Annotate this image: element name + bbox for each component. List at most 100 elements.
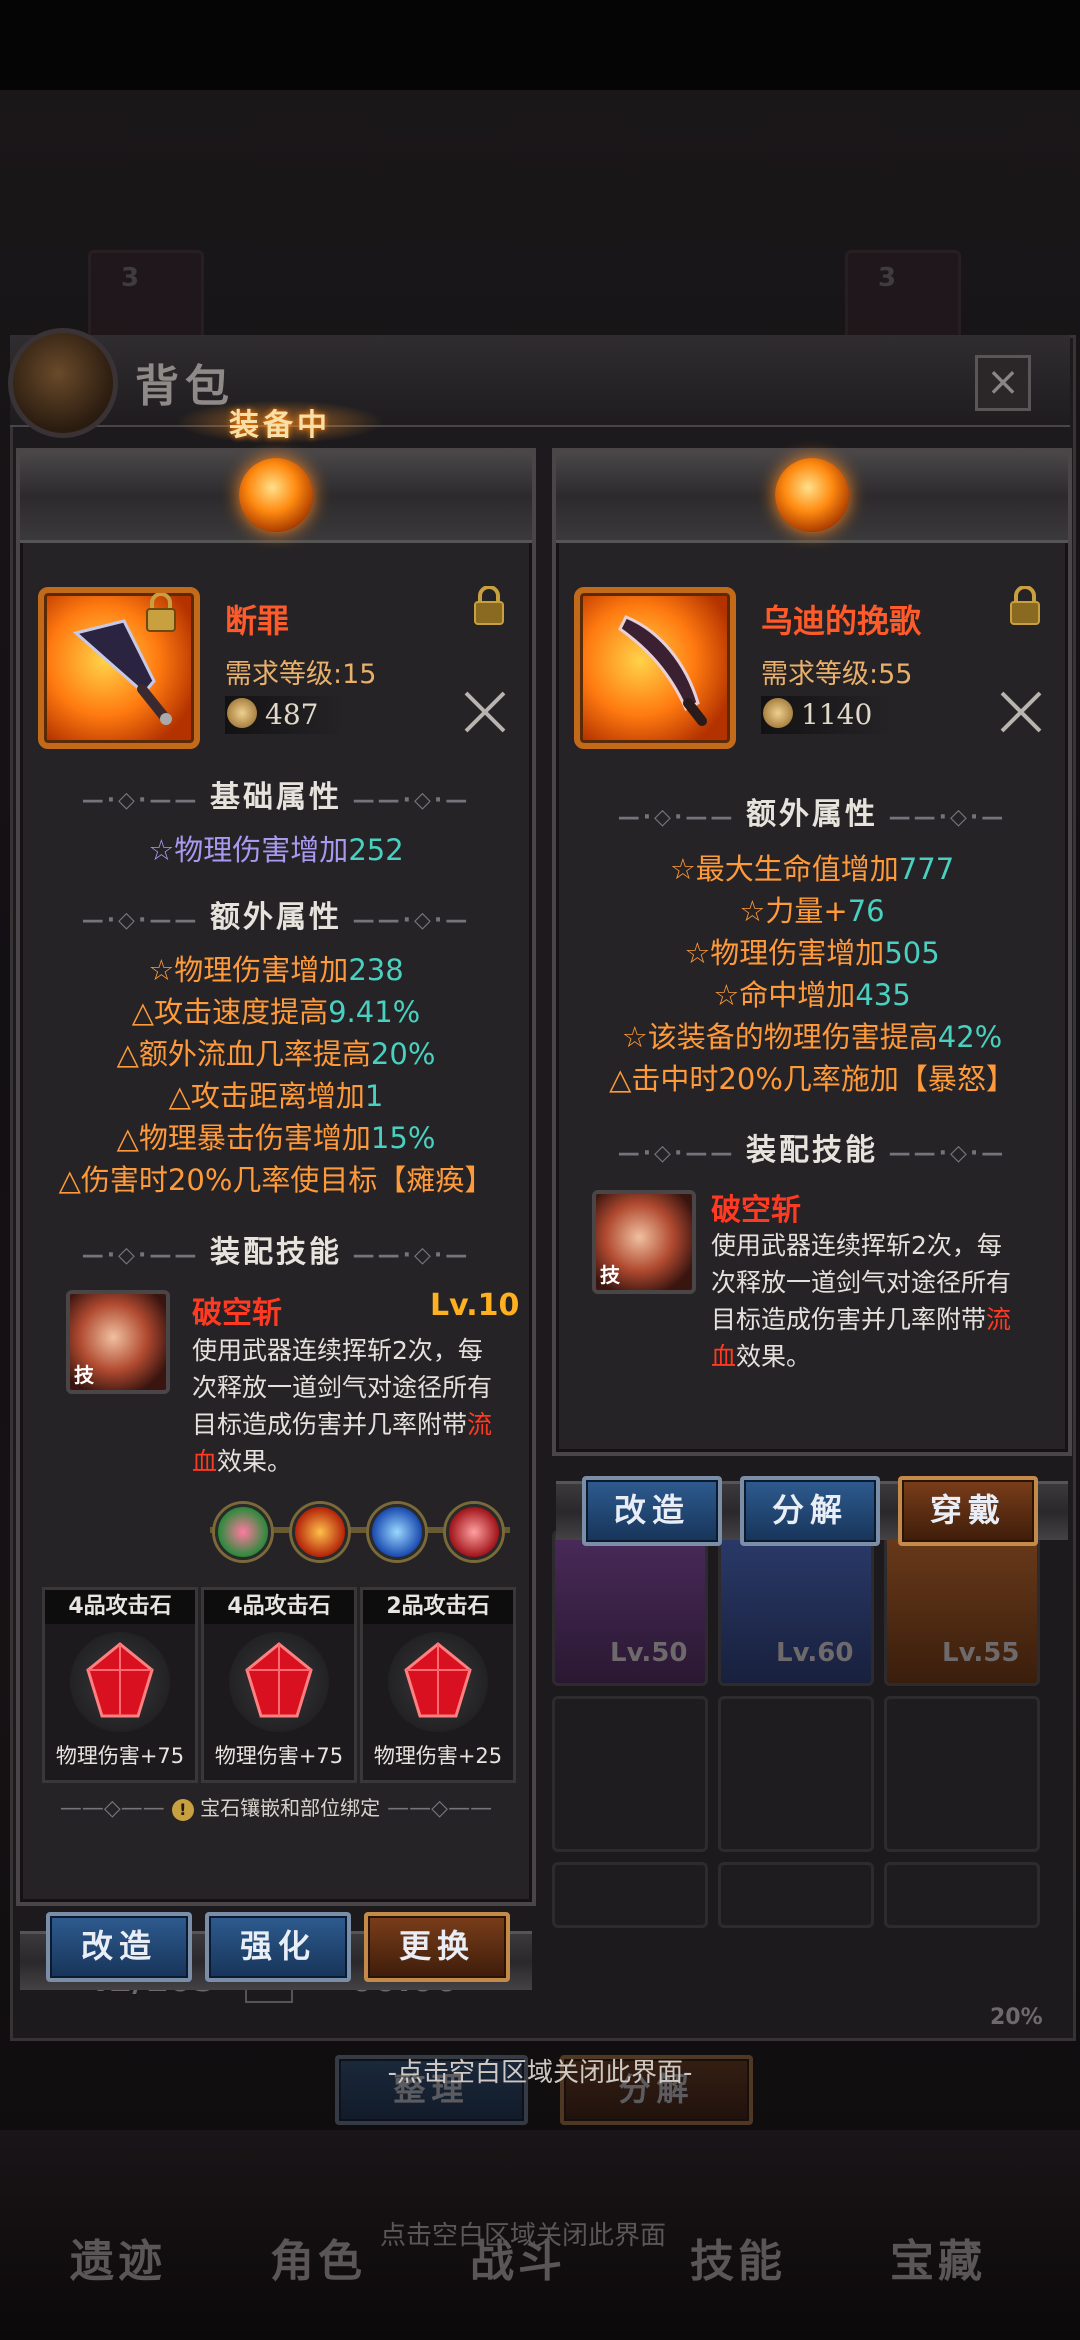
extra-attributes-label: 额外属性 [210, 900, 342, 935]
nav-treasure[interactable]: 宝藏 [890, 2225, 986, 2289]
score-bar: 487 [225, 696, 345, 734]
skill-section-label: 装配技能 [746, 1133, 878, 1168]
attr-value: 42% [937, 1020, 1003, 1054]
gem-stat: 物理伤害+75 [214, 1744, 344, 1768]
extra-attributes-label: 额外属性 [746, 797, 878, 832]
crossed-swords-icon [1000, 691, 1042, 733]
skill-icon[interactable]: 技 [66, 1290, 170, 1394]
decompose-button[interactable]: 分解 [740, 1476, 880, 1546]
extra-attribute: ☆物理伤害增加505 [556, 930, 1068, 972]
attr-value: 76 [847, 894, 885, 928]
rune-orb-blood[interactable] [446, 1504, 502, 1560]
attr-label: △攻击距离增加 [168, 1079, 365, 1113]
skill-description: 使用武器连续挥斩2次，每 次释放一道剑气对途径所有 目标造成伤害并几率附带流 血… [192, 1332, 532, 1480]
extra-attributes-title: —·◇·—— 额外属性 ——·◇·— [556, 789, 1068, 833]
rune-orb-fire[interactable] [292, 1504, 348, 1560]
lock-icon[interactable] [472, 586, 506, 626]
attr-label: ☆物理伤害增加 [148, 953, 349, 987]
rune-orb-green[interactable] [215, 1504, 271, 1560]
inventory-cell[interactable]: Lv.50 [552, 1530, 708, 1686]
reforge-button[interactable]: 改造 [582, 1476, 722, 1546]
item-score: 487 [265, 698, 319, 731]
skill-icon[interactable]: 技 [592, 1190, 696, 1294]
skill-level: Lv.10 [430, 1288, 520, 1323]
gem-note[interactable]: ——◇—— ! 宝石镶嵌和部位绑定 ——◇—— [20, 1792, 532, 1821]
skill-desc-line: 使用武器连续挥斩2次，每 [711, 1231, 1002, 1260]
score-bar: 1140 [761, 696, 891, 734]
equipped-item-panel: 断罪 需求等级:15 487 —·◇·—— 基础属性 ——·◇·— ☆物理伤害增… [16, 448, 536, 1990]
gem-slot[interactable]: 2品攻击石 物理伤害+25 [360, 1587, 516, 1783]
gem-slot[interactable]: 4品攻击石 物理伤害+75 [201, 1587, 357, 1783]
item-level: Lv.50 [610, 1638, 688, 1668]
inventory-cell[interactable]: Lv.55 [884, 1530, 1040, 1686]
base-attributes-title: —·◇·—— 基础属性 ——·◇·— [20, 772, 532, 816]
nav-skills[interactable]: 技能 [690, 2225, 786, 2289]
divider-right: ——·◇·— [342, 1243, 471, 1268]
close-icon[interactable]: × [975, 355, 1031, 411]
skill-name: 破空斩 [192, 1296, 282, 1331]
inventory-cell[interactable] [552, 1862, 708, 1928]
bag-icon [8, 328, 118, 438]
skill-desc-line: 血效果。 [192, 1443, 532, 1480]
inventory-cell[interactable] [884, 1862, 1040, 1928]
rune-orb-water[interactable] [369, 1504, 425, 1560]
extra-attribute: △攻击距离增加1 [20, 1073, 532, 1115]
gem-icon [229, 1632, 329, 1732]
nav-relics[interactable]: 遗迹 [70, 2225, 166, 2289]
base-attributes-label: 基础属性 [210, 780, 342, 815]
item-icon[interactable] [574, 587, 736, 749]
equip-button[interactable]: 穿戴 [898, 1476, 1038, 1546]
attr-label: ☆物理伤害增加 [148, 833, 349, 867]
enhance-button[interactable]: 强化 [205, 1912, 351, 1982]
attr-value: 238 [348, 953, 404, 987]
close-hint[interactable]: -点击空白区域关闭此界面- [0, 2052, 1080, 2089]
gem-icon [239, 458, 313, 532]
replace-button[interactable]: 更换 [364, 1912, 510, 1982]
item-level: Lv.60 [776, 1638, 854, 1668]
lock-icon[interactable] [1008, 586, 1042, 626]
lock-icon [146, 593, 176, 632]
inventory-cell[interactable] [718, 1696, 874, 1852]
divider-right: ——·◇·— [878, 805, 1007, 830]
skill-desc-text: 目标造成伤害并几率附带 [192, 1410, 468, 1439]
crossed-swords-icon [464, 691, 506, 733]
gem-slot[interactable]: 4品攻击石 物理伤害+75 [42, 1587, 198, 1783]
inventory-cell[interactable] [718, 1862, 874, 1928]
attr-value: 15% [370, 1121, 436, 1155]
divider-left: —·◇·—— [81, 788, 210, 813]
attr-value: 20% [370, 1037, 436, 1071]
item-level: Lv.55 [942, 1638, 1020, 1668]
attr-label: △物理暴击伤害增加 [116, 1121, 371, 1155]
item-requirement: 需求等级:55 [761, 659, 913, 690]
inventory-cell[interactable]: Lv.60 [718, 1530, 874, 1686]
attr-label: △攻击速度提高 [131, 995, 329, 1029]
slot-badge: 3 [121, 263, 140, 293]
gem-label: 4品攻击石 [204, 1590, 354, 1624]
skill-desc-line: 血效果。 [711, 1338, 1061, 1375]
gem-icon [775, 458, 849, 532]
extra-attribute: △物理暴击伤害增加15% [20, 1115, 532, 1157]
equipped-tab[interactable]: 装备中 [175, 400, 385, 444]
attr-label: ☆力量+ [739, 894, 848, 928]
extra-attribute: ☆最大生命值增加777 [556, 846, 1068, 888]
nav-character[interactable]: 角色 [270, 2225, 366, 2289]
skill-name: 破空斩 [711, 1193, 801, 1228]
item-name: 断罪 [225, 602, 290, 640]
reforge-button[interactable]: 改造 [46, 1912, 192, 1982]
trophy-icon [763, 698, 793, 728]
item-icon[interactable] [38, 587, 200, 749]
skill-title: —·◇·—— 装配技能 ——·◇·— [20, 1227, 532, 1271]
attr-label: △击中时20%几率施加【暴怒】 [609, 1062, 1015, 1096]
item-requirement: 需求等级:15 [225, 659, 377, 690]
inventory-cell[interactable] [884, 1696, 1040, 1852]
slot-badge: 3 [878, 263, 897, 293]
skill-desc-highlight: 流 [986, 1305, 1012, 1334]
skill-desc-highlight: 流 [467, 1410, 493, 1439]
divider-right: ——·◇·— [342, 908, 471, 933]
inventory-cell[interactable] [552, 1696, 708, 1852]
attr-label: ☆物理伤害增加 [684, 936, 885, 970]
gem-label: 2品攻击石 [363, 1590, 513, 1624]
attr-value: 777 [898, 852, 955, 886]
gem-icon [388, 1632, 488, 1732]
status-bar-area [0, 0, 1080, 90]
